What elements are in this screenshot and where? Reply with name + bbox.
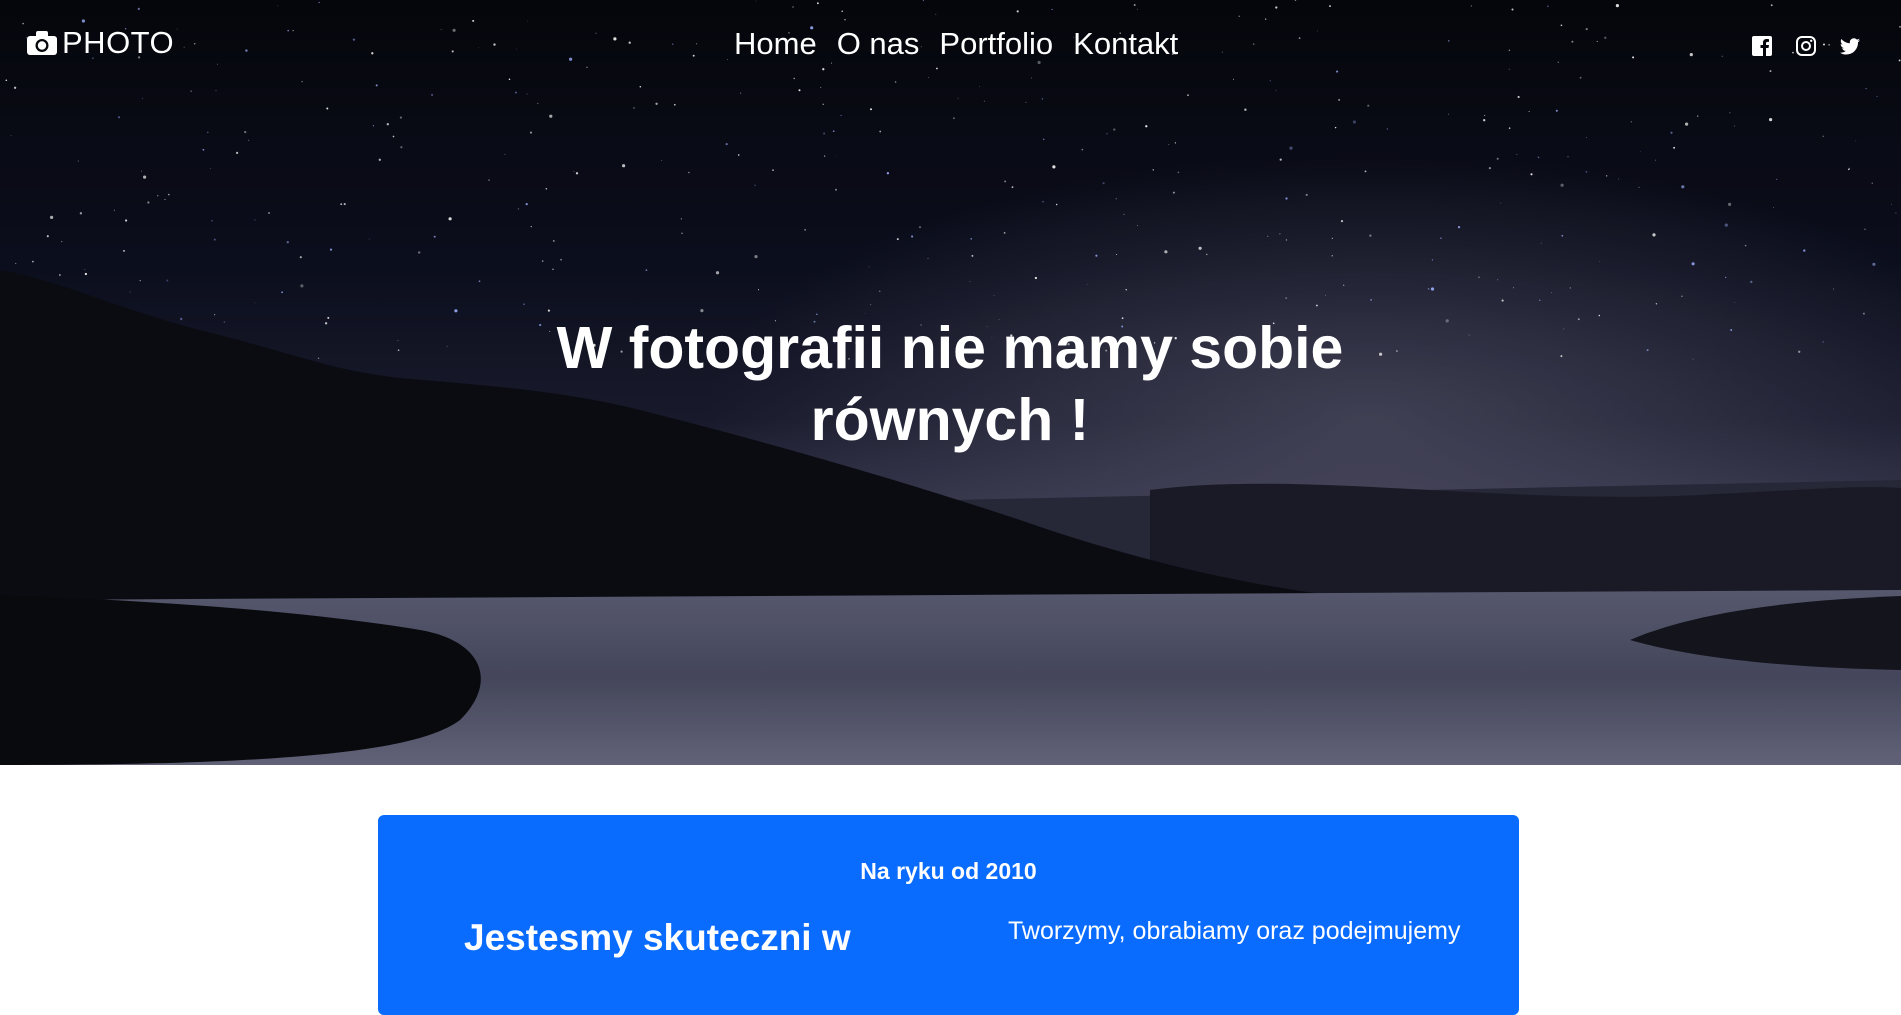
intro-card: Na ryku od 2010 Jestesmy skuteczni w Two… xyxy=(378,815,1519,1015)
instagram-icon[interactable] xyxy=(1795,35,1817,57)
camera-icon xyxy=(26,30,58,56)
nav-home[interactable]: Home xyxy=(734,26,817,62)
hero-heading-line2: równych ! xyxy=(810,387,1090,453)
hero-heading: W fotografii nie mamy sobie równych ! xyxy=(500,312,1400,456)
social-links xyxy=(1751,35,1861,57)
nav-about[interactable]: O nas xyxy=(837,26,920,62)
hero-heading-line1: W fotografii nie mamy sobie xyxy=(556,315,1344,381)
main-nav: Home O nas Portfolio Kontakt xyxy=(734,26,1178,62)
intro-text: Tworzymy, obrabiamy oraz podejmujemy xyxy=(1008,917,1461,945)
nav-contact[interactable]: Kontakt xyxy=(1073,26,1178,62)
facebook-icon[interactable] xyxy=(1751,35,1773,57)
hero-section: PHOTO Home O nas Portfolio Kontakt W fot… xyxy=(0,0,1901,765)
brand-logo-link[interactable]: PHOTO xyxy=(26,26,174,60)
intro-title: Jestesmy skuteczni w xyxy=(464,917,851,958)
since-label: Na ryku od 2010 xyxy=(860,858,1037,884)
brand-label: PHOTO xyxy=(62,25,175,60)
twitter-icon[interactable] xyxy=(1839,35,1861,57)
nav-portfolio[interactable]: Portfolio xyxy=(939,26,1053,62)
